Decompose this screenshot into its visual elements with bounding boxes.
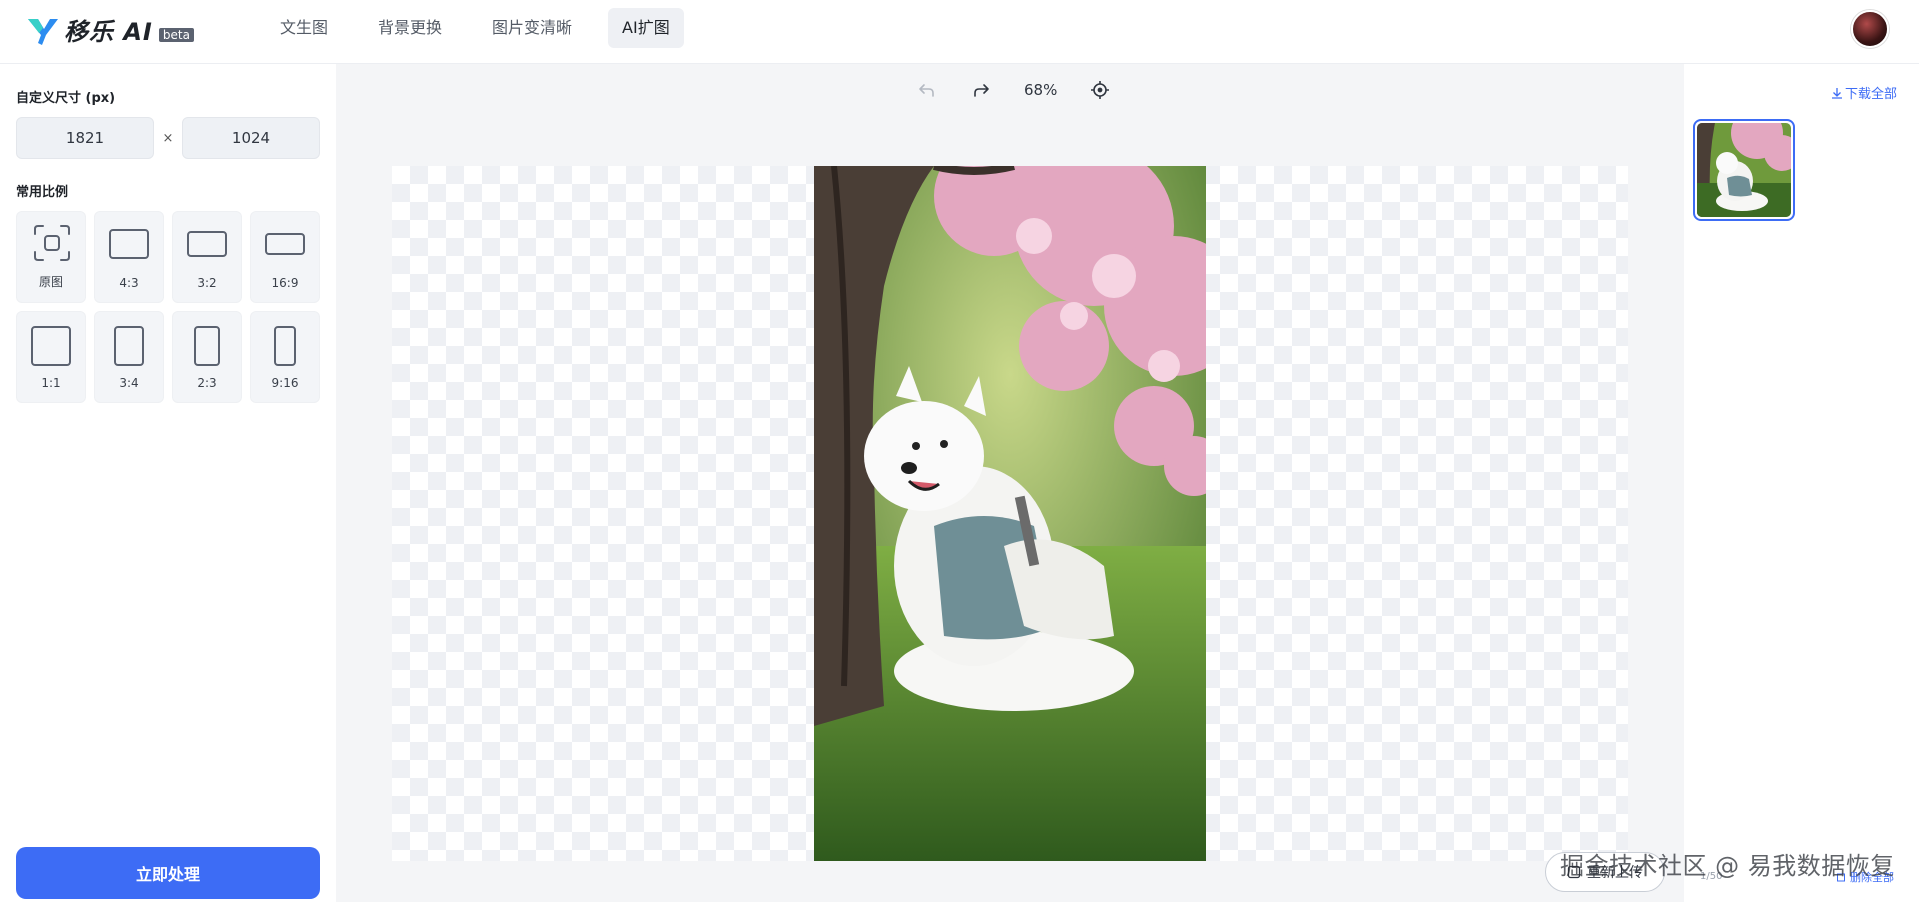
ratio-4-3-icon — [109, 229, 149, 259]
ratio-2-3[interactable]: 2:3 — [172, 311, 242, 403]
zoom-level: 68% — [1024, 81, 1058, 99]
tab-background-replace[interactable]: 背景更换 — [364, 8, 456, 48]
ratio-9-16[interactable]: 9:16 — [250, 311, 320, 403]
reupload-label: 重新上传 — [1587, 865, 1643, 881]
width-input[interactable] — [16, 117, 154, 159]
main-nav: 文生图 背景更换 图片变清晰 AI扩图 — [266, 8, 706, 48]
redo-icon — [974, 84, 989, 97]
tab-ai-expand[interactable]: AI扩图 — [608, 8, 684, 48]
beta-badge: beta — [158, 27, 194, 42]
ratio-9-16-icon — [274, 326, 296, 366]
ratio-4-3[interactable]: 4:3 — [94, 211, 164, 303]
redo-button[interactable] — [963, 76, 999, 104]
reupload-button[interactable]: 重新上传 — [1545, 852, 1665, 892]
delete-all-label: 删除全部 — [1850, 871, 1894, 884]
user-avatar[interactable] — [1851, 10, 1889, 48]
ratio-label: 1:1 — [41, 376, 61, 390]
app-logo[interactable]: 移乐 AI beta — [26, 12, 194, 47]
ratio-grid: 原图 4:3 3:2 16:9 1:1 3:4 2:3 9:16 — [16, 211, 320, 403]
ratio-label: 4:3 — [119, 276, 139, 290]
download-icon — [1831, 87, 1842, 99]
ratio-3-2-icon — [187, 231, 227, 257]
ratio-1-1-icon — [31, 326, 71, 366]
tab-text-to-image[interactable]: 文生图 — [266, 8, 342, 48]
size-inputs: × — [16, 117, 320, 159]
ratio-title: 常用比例 — [16, 185, 69, 200]
ratio-label: 9:16 — [271, 376, 299, 390]
dog-photo — [814, 166, 1206, 861]
ratio-16-9-icon — [265, 233, 305, 255]
source-image[interactable] — [814, 166, 1206, 861]
settings-panel: 自定义尺寸 (px) × 常用比例 原图 4:3 3:2 — [0, 64, 336, 902]
trash-icon — [1837, 873, 1845, 882]
ratio-label: 原图 — [38, 275, 63, 289]
top-header: 移乐 AI beta 文生图 背景更换 图片变清晰 AI扩图 — [0, 0, 1919, 64]
ratio-1-1[interactable]: 1:1 — [16, 311, 86, 403]
canvas-toolbar: 68% — [900, 76, 1127, 104]
ratio-16-9[interactable]: 16:9 — [250, 211, 320, 303]
ratio-3-4[interactable]: 3:4 — [94, 311, 164, 403]
delete-all-button[interactable]: 删除全部 — [1836, 869, 1894, 885]
ratio-label: 16:9 — [271, 276, 299, 290]
process-now-button[interactable]: 立即处理 — [16, 847, 320, 899]
crosshair-icon — [1091, 81, 1110, 99]
ratio-original[interactable]: 原图 — [16, 211, 86, 303]
upload-icon — [1567, 865, 1581, 879]
logo-icon — [28, 18, 58, 45]
undo-button[interactable] — [909, 76, 945, 104]
custom-size-title: 自定义尺寸 (px) — [16, 91, 116, 106]
ratio-2-3-icon — [194, 326, 220, 366]
ratio-label: 3:2 — [197, 276, 217, 290]
download-all-label: 下载全部 — [1844, 87, 1897, 102]
locate-button[interactable] — [1082, 76, 1118, 104]
ratio-label: 2:3 — [197, 376, 217, 390]
tab-image-enhance[interactable]: 图片变清晰 — [478, 8, 586, 48]
results-panel: 下载全部 — [1684, 64, 1919, 902]
ratio-label: 3:4 — [119, 376, 139, 390]
result-thumbnail[interactable] — [1693, 119, 1795, 221]
undo-icon — [919, 84, 934, 97]
result-counter: 1/50 — [1700, 871, 1723, 882]
ratio-3-2[interactable]: 3:2 — [172, 211, 242, 303]
thumbnail-image — [1697, 123, 1791, 217]
download-all-button[interactable]: 下载全部 — [1831, 83, 1897, 102]
original-frame-icon — [34, 225, 70, 261]
logo-text: 移乐 AI — [64, 18, 153, 46]
ratio-3-4-icon — [114, 326, 144, 366]
times-symbol: × — [162, 130, 174, 146]
height-input[interactable] — [182, 117, 320, 159]
